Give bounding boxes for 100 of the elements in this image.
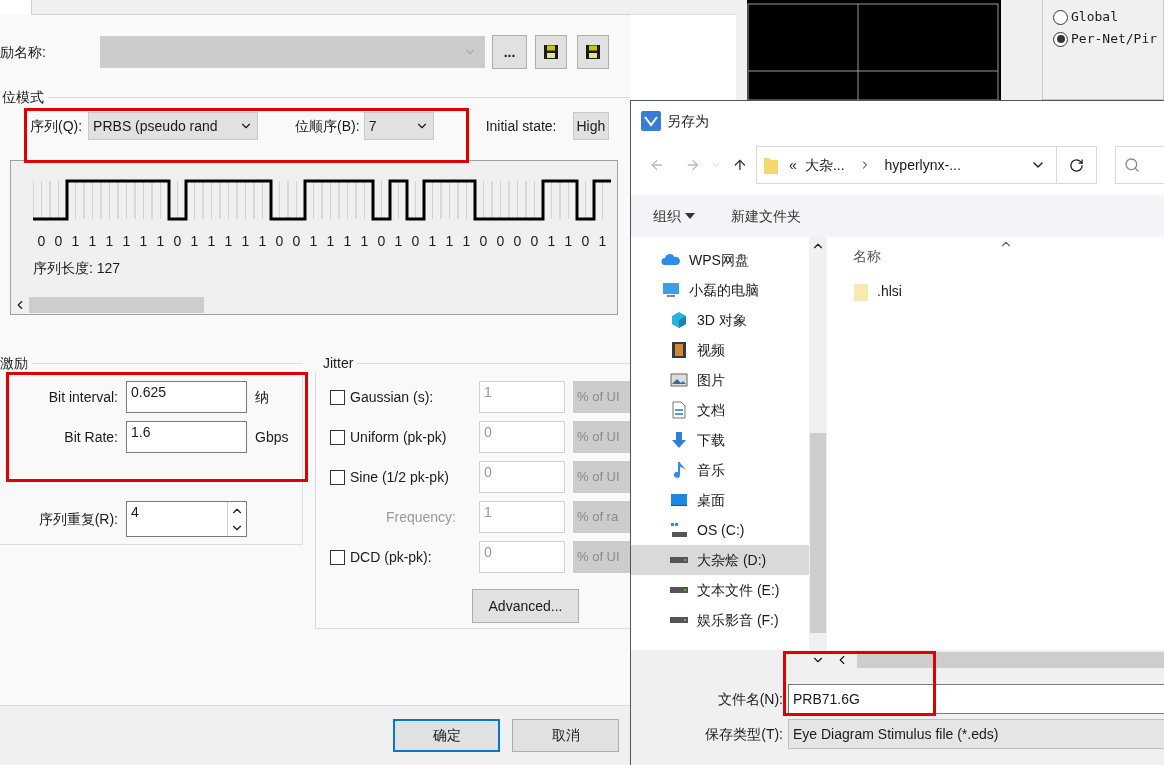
group-title: 位模式	[1, 87, 45, 107]
app-icon	[641, 111, 661, 131]
bit-order-combo[interactable]: 7	[363, 112, 434, 140]
bit-value: 0	[172, 232, 183, 251]
bit-value: 0	[53, 232, 64, 251]
sidebar-item[interactable]: 下载	[631, 425, 809, 455]
advanced-button[interactable]: Advanced...	[472, 589, 579, 623]
refresh-button[interactable]	[1057, 146, 1097, 184]
checkbox[interactable]	[330, 429, 345, 445]
checkbox-label: DCD (pk-pk):	[350, 547, 432, 567]
bit-value: 1	[461, 232, 472, 251]
bit-value: 0	[36, 232, 47, 251]
repeat-spinbox[interactable]: 4	[126, 501, 247, 537]
bit-value: 1	[155, 232, 166, 251]
browse-button[interactable]: ...	[492, 35, 527, 69]
drive-icon	[669, 616, 689, 624]
bit-value: 1	[104, 232, 115, 251]
column-header[interactable]: 名称	[853, 246, 881, 267]
bit-value: 1	[546, 232, 557, 251]
refresh-icon	[1068, 157, 1084, 173]
sequence-combo[interactable]: PRBS (pseudo rand	[88, 112, 259, 140]
sidebar-item[interactable]: OS (C:)	[631, 515, 809, 545]
organize-menu[interactable]: 组织	[653, 205, 695, 227]
radio-option[interactable]: Per-Net/Pir	[1053, 28, 1163, 50]
checkbox[interactable]	[330, 389, 345, 405]
radio-button[interactable]	[1053, 31, 1068, 47]
field-label: Frequency:	[384, 507, 456, 527]
filename-field[interactable]: PRB71.6G	[788, 684, 1164, 714]
bit-value: 1	[444, 232, 455, 251]
sidebar-item[interactable]: 文档	[631, 395, 809, 425]
document-icon	[669, 400, 689, 420]
bit-value: 1	[87, 232, 98, 251]
dialog-button[interactable]: 取消	[512, 719, 619, 752]
breadcrumb[interactable]: hyperlynx-...	[884, 154, 961, 176]
computer-icon	[661, 280, 681, 300]
breadcrumb[interactable]: 大杂...	[804, 154, 845, 176]
checkbox[interactable]	[330, 549, 345, 565]
checkbox-label: Uniform (pk-pk)	[350, 427, 447, 447]
bit-value: 1	[563, 232, 574, 251]
bit-value: 0	[376, 232, 387, 251]
unit-label: Gbps	[255, 427, 289, 447]
bit-value: 1	[359, 232, 370, 251]
sidebar-item[interactable]: 大杂烩 (D:)	[631, 545, 809, 575]
sidebar-item[interactable]: 图片	[631, 365, 809, 395]
radio-option[interactable]: Global	[1053, 6, 1163, 28]
bit-value: 1	[308, 232, 319, 251]
drive-icon	[669, 586, 689, 594]
download-icon	[669, 430, 689, 450]
sidebar-item[interactable]: 桌面	[631, 485, 809, 515]
initial-state-combo[interactable]: High	[572, 112, 610, 140]
sidebar-item[interactable]: 文本文件 (E:)	[631, 575, 809, 605]
bit-value: 1	[597, 232, 608, 251]
drive-icon	[669, 556, 689, 564]
new-folder-button[interactable]: 新建文件夹	[731, 205, 801, 227]
scrollbar-thumb[interactable]	[857, 652, 1164, 668]
radio-button[interactable]	[1053, 9, 1068, 25]
bit-value: 0	[495, 232, 506, 251]
save-button[interactable]	[535, 35, 567, 69]
input-field[interactable]: 0.625	[126, 381, 247, 413]
field-label: 保存类型(T):	[704, 724, 783, 744]
file-type-combo[interactable]: Eye Diagram Stimulus file (*.eds)	[788, 719, 1164, 749]
path-overflow[interactable]: «	[789, 154, 797, 176]
bit-value: 0	[410, 232, 421, 251]
group-title: 激励	[0, 353, 29, 373]
window-title: 另存为	[667, 111, 709, 131]
bit-value: 0	[478, 232, 489, 251]
checkbox-label: Gaussian (s):	[350, 387, 434, 407]
bit-value: 0	[529, 232, 540, 251]
bit-value: 1	[325, 232, 336, 251]
search-icon	[1123, 157, 1140, 173]
address-bar[interactable]: « 大杂... hyperlynx-...	[756, 146, 1058, 184]
field-label: 位顺序(B):	[295, 116, 360, 136]
field-label: Bit interval:	[47, 387, 118, 407]
group-title: Jitter	[322, 353, 355, 373]
sidebar-item[interactable]: 音乐	[631, 455, 809, 485]
scrollbar-thumb[interactable]	[810, 433, 826, 633]
dialog-button[interactable]: 确定	[393, 719, 500, 752]
bit-value: 1	[189, 232, 200, 251]
file-row[interactable]: .hlsi	[853, 281, 1164, 302]
input-field[interactable]: 1.6	[126, 421, 247, 453]
bit-value: 0	[274, 232, 285, 251]
field-label: 序列(Q):	[30, 116, 83, 136]
sidebar-item[interactable]: 小磊的电脑	[631, 275, 809, 305]
checkbox-label: Sine (1/2 pk-pk)	[350, 467, 449, 487]
scrollbar-thumb[interactable]	[29, 297, 204, 313]
bit-value: 0	[291, 232, 302, 251]
bit-value: 1	[70, 232, 81, 251]
bit-value: 1	[121, 232, 132, 251]
unit-label: 纳	[255, 387, 269, 407]
cube-icon	[669, 310, 689, 330]
sidebar-item[interactable]: 视频	[631, 335, 809, 365]
search-field[interactable]	[1114, 146, 1164, 184]
sidebar-item[interactable]: 3D 对象	[631, 305, 809, 335]
bit-value: 0	[580, 232, 591, 251]
folder-icon	[853, 281, 869, 302]
save-as-button[interactable]	[577, 35, 609, 69]
sidebar-item[interactable]: 娱乐影音 (F:)	[631, 605, 809, 635]
sidebar-item[interactable]: WPS网盘	[631, 245, 809, 275]
checkbox[interactable]	[330, 469, 345, 485]
drive-icon	[669, 520, 689, 540]
